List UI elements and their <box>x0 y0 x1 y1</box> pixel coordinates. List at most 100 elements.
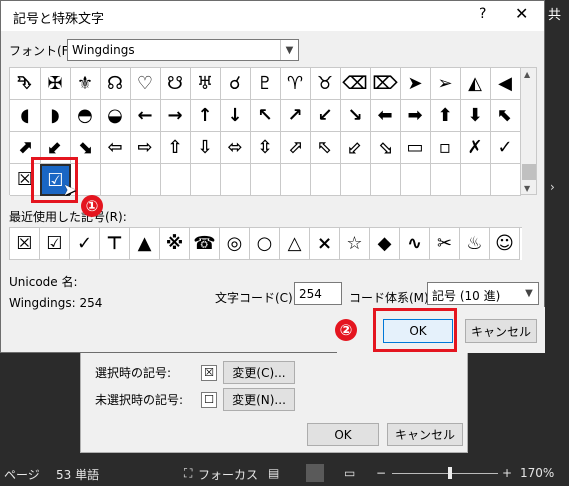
recent-symbol-cell[interactable]: ✓ <box>70 228 100 260</box>
symbol-cell[interactable]: → <box>160 100 191 132</box>
recent-symbols-row[interactable]: ☒ ☑ ✓ ⊤ ▲ ※ ☎ ◎ ○ △ × ☆ ◆ ∿ ✂ ♨ ☺ <box>9 227 522 260</box>
symbol-cell[interactable] <box>340 164 371 196</box>
symbol-cell[interactable] <box>130 164 161 196</box>
symbol-cell[interactable]: ⇳ <box>250 132 281 164</box>
symbol-cell[interactable]: ▭ <box>400 132 431 164</box>
symbol-cell[interactable] <box>220 164 251 196</box>
print-layout-icon[interactable] <box>306 464 324 482</box>
focus-mode-label[interactable]: フォーカス <box>198 466 258 483</box>
scroll-up-icon[interactable]: ▲ <box>524 70 530 79</box>
chevron-down-icon[interactable]: ▼ <box>280 40 298 60</box>
symbol-cell[interactable]: ✗ <box>460 132 491 164</box>
symbol-cell[interactable] <box>370 164 401 196</box>
symbol-cell[interactable]: ⬆ <box>430 100 461 132</box>
zoom-out-button[interactable]: − <box>376 466 386 480</box>
options-cancel-button[interactable]: キャンセル <box>387 423 463 446</box>
symbol-cell[interactable]: ↓ <box>220 100 251 132</box>
symbol-cell[interactable]: ⬀ <box>280 132 311 164</box>
zoom-slider-thumb[interactable] <box>448 467 452 479</box>
symbol-cell[interactable]: ↙ <box>310 100 341 132</box>
symbol-cell[interactable]: ⌫ <box>340 68 371 100</box>
symbol-cell[interactable]: ➡ <box>400 100 431 132</box>
recent-symbol-cell[interactable]: ⊤ <box>100 228 130 260</box>
recent-symbol-cell[interactable]: △ <box>280 228 310 260</box>
symbol-cell[interactable]: ⚜ <box>70 68 101 100</box>
symbol-cell[interactable]: ◖ <box>10 100 41 132</box>
symbol-cell[interactable]: ⬂ <box>370 132 401 164</box>
symbol-cell[interactable]: ♇ <box>250 68 281 100</box>
recent-symbol-cell[interactable]: ☒ <box>10 228 40 260</box>
scroll-thumb[interactable] <box>522 164 536 180</box>
symbol-cell[interactable]: ↖ <box>250 100 281 132</box>
zoom-level[interactable]: 170% <box>520 466 554 480</box>
change-checked-button[interactable]: 変更(C)... <box>223 361 295 384</box>
symbol-cell[interactable]: ☊ <box>100 68 131 100</box>
recent-symbol-cell[interactable]: ◆ <box>370 228 400 260</box>
symbol-cell[interactable] <box>160 164 191 196</box>
web-layout-icon[interactable]: ▭ <box>344 466 355 480</box>
symbol-grid[interactable]: ⮷ ✠ ⚜ ☊ ♡ ☋ ♅ ☌ ♇ ♈ ♉ ⌫ ⌦ ➤ ➢ ◭ ◀ ◖ ◗ ◓ ◒ ← → ↑ ↓ ↖ ↗ ↙ ↘ ⬅ ➡ ⬆ ⬇ ⬉ ⬈ ⬋ ⬊ ⇦ ⇨ ⇧… <box>9 67 521 196</box>
symbol-cell[interactable]: ⬉ <box>490 100 521 132</box>
symbol-cell[interactable]: ♡ <box>130 68 161 100</box>
recent-symbol-cell[interactable]: ∿ <box>400 228 430 260</box>
word-count[interactable]: 53 単語 <box>56 466 99 483</box>
symbol-cell[interactable]: ⇩ <box>190 132 221 164</box>
symbol-cell[interactable]: ♅ <box>190 68 221 100</box>
symbol-cell[interactable] <box>490 164 521 196</box>
symbol-cell[interactable]: ✓ <box>490 132 521 164</box>
options-ok-button[interactable]: OK <box>307 423 379 446</box>
symbol-cell[interactable]: ⮷ <box>10 68 41 100</box>
font-select[interactable]: Wingdings ▼ <box>67 39 299 61</box>
symbol-cell[interactable]: ⬅ <box>370 100 401 132</box>
symbol-cell[interactable]: ↗ <box>280 100 311 132</box>
symbol-cell[interactable]: ⬁ <box>310 132 341 164</box>
symbol-cell[interactable]: ▫ <box>430 132 461 164</box>
symbol-cell[interactable]: ⬃ <box>340 132 371 164</box>
symbol-cell[interactable]: ⇦ <box>100 132 131 164</box>
recent-symbol-cell[interactable]: × <box>310 228 340 260</box>
symbol-cell[interactable]: ⌦ <box>370 68 401 100</box>
chevron-down-icon[interactable]: ▼ <box>520 283 538 304</box>
symbol-cell[interactable]: ⇨ <box>130 132 161 164</box>
symbol-cell[interactable]: ← <box>130 100 161 132</box>
symbol-cell[interactable]: ➤ <box>400 68 431 100</box>
recent-symbol-cell[interactable]: ☆ <box>340 228 370 260</box>
symbol-cell[interactable] <box>280 164 311 196</box>
symbol-cell[interactable]: ☌ <box>220 68 251 100</box>
recent-symbol-cell[interactable]: ※ <box>160 228 190 260</box>
zoom-slider-track[interactable] <box>392 473 498 474</box>
symbol-cell[interactable] <box>100 164 131 196</box>
symbol-cell[interactable] <box>310 164 341 196</box>
cancel-button[interactable]: キャンセル <box>465 319 537 343</box>
recent-symbol-cell[interactable]: ☎ <box>190 228 220 260</box>
symbol-cell[interactable] <box>460 164 491 196</box>
char-code-input[interactable]: 254 <box>294 282 342 305</box>
help-button[interactable]: ? <box>479 6 486 22</box>
symbol-cell[interactable] <box>190 164 221 196</box>
symbol-cell[interactable] <box>250 164 281 196</box>
recent-symbol-cell[interactable]: ♨ <box>460 228 490 260</box>
change-unchecked-button[interactable]: 変更(N)... <box>223 388 295 411</box>
recent-symbol-cell[interactable]: ○ <box>250 228 280 260</box>
scroll-down-icon[interactable]: ▼ <box>524 184 530 193</box>
symbol-cell[interactable]: ⬇ <box>460 100 491 132</box>
symbol-cell[interactable]: ♈ <box>280 68 311 100</box>
recent-symbol-cell[interactable]: ◎ <box>220 228 250 260</box>
symbol-cell[interactable]: ↑ <box>190 100 221 132</box>
symbol-cell[interactable]: ♉ <box>310 68 341 100</box>
symbol-cell[interactable]: ↘ <box>340 100 371 132</box>
recent-symbol-cell[interactable]: ☺ <box>490 228 520 260</box>
symbol-cell[interactable]: ✠ <box>40 68 71 100</box>
recent-symbol-cell[interactable]: ▲ <box>130 228 160 260</box>
symbol-cell[interactable] <box>430 164 461 196</box>
page-indicator[interactable]: ページ <box>4 466 40 483</box>
symbol-cell[interactable] <box>400 164 431 196</box>
focus-icon[interactable]: ⛶ <box>184 466 192 481</box>
symbol-cell[interactable]: ⬄ <box>220 132 251 164</box>
read-mode-icon[interactable]: ▤ <box>268 466 279 480</box>
symbol-cell[interactable]: ◭ <box>460 68 491 100</box>
symbol-cell[interactable]: ☋ <box>160 68 191 100</box>
expand-icon[interactable]: › <box>550 180 555 194</box>
symbol-cell[interactable]: ◓ <box>70 100 101 132</box>
grid-scrollbar[interactable]: ▲ ▼ <box>520 67 537 195</box>
